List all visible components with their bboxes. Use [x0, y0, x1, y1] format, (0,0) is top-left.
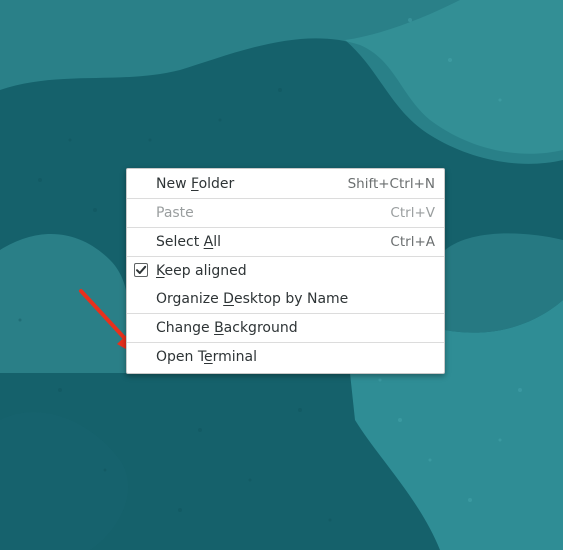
desktop[interactable]: New Folder Shift+Ctrl+N Paste Ctrl+V Sel… [0, 0, 563, 550]
menu-item-label: Change Background [156, 320, 298, 336]
shortcut-label: Ctrl+A [390, 234, 435, 250]
menu-item-label: Keep aligned [156, 263, 247, 279]
shortcut-label: Shift+Ctrl+N [347, 176, 435, 192]
menu-item-label: Organize Desktop by Name [156, 291, 349, 307]
menu-item-new-folder[interactable]: New Folder Shift+Ctrl+N [127, 170, 444, 198]
desktop-context-menu: New Folder Shift+Ctrl+N Paste Ctrl+V Sel… [126, 168, 445, 374]
menu-item-label: Open Terminal [156, 349, 258, 365]
menu-item-organize-desktop[interactable]: Organize Desktop by Name [127, 285, 444, 313]
check-icon[interactable] [134, 263, 148, 277]
menu-item-change-background[interactable]: Change Background [127, 314, 444, 342]
menu-item-select-all[interactable]: Select All Ctrl+A [127, 228, 444, 256]
menu-item-label: Paste [156, 205, 194, 221]
menu-item-open-terminal[interactable]: Open Terminal [127, 343, 444, 371]
menu-item-paste[interactable]: Paste Ctrl+V [127, 199, 444, 227]
menu-item-keep-aligned[interactable]: Keep aligned [127, 257, 444, 285]
menu-item-label: New Folder [156, 176, 235, 192]
shortcut-label: Ctrl+V [390, 205, 435, 221]
menu-item-label: Select All [156, 234, 221, 250]
